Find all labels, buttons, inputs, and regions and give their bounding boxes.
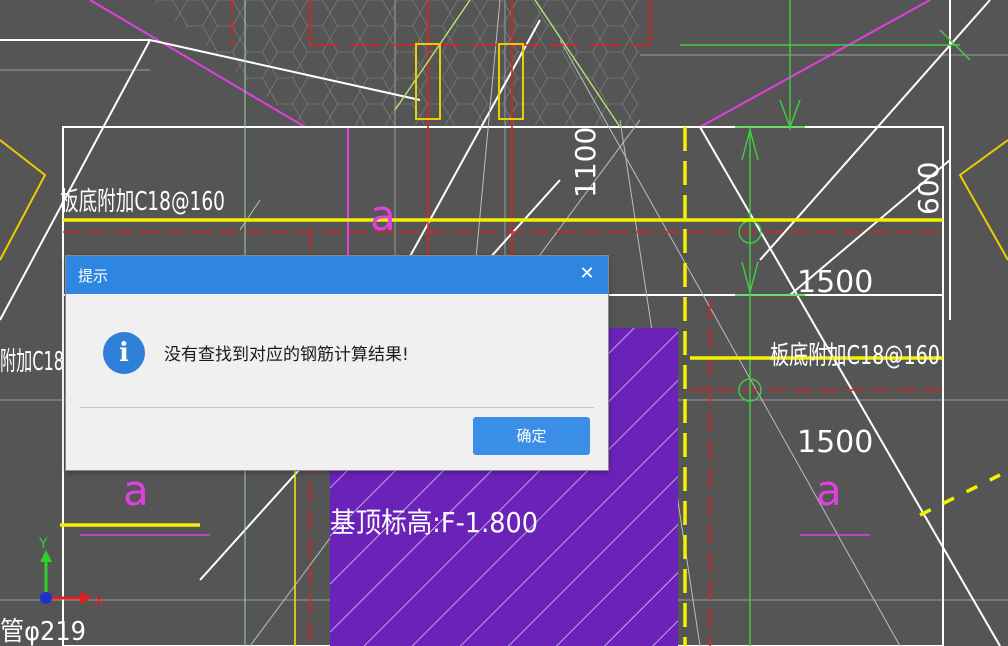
ucs-axis-icon: Y X <box>38 536 104 610</box>
dialog-titlebar[interactable]: 提示 ✕ <box>66 256 608 294</box>
dialog-title: 提示 <box>78 267 109 285</box>
dimension-1500-upper: 1500 <box>797 265 873 300</box>
close-icon[interactable]: ✕ <box>574 261 600 287</box>
dialog-message: 没有查找到对应的钢筋计算结果! <box>164 345 409 365</box>
dimension-600: 600 <box>912 162 945 215</box>
axis-y-label: Y <box>38 536 48 552</box>
info-icon: i <box>103 332 145 374</box>
section-mark-a-right: a <box>816 466 842 515</box>
rebar-label-left: 附加C18 <box>0 347 64 377</box>
axis-x-label: X <box>94 594 104 610</box>
rebar-label-right: 板底附加C18@160 <box>770 341 940 371</box>
pipe-label: 管φ219 <box>0 617 86 646</box>
dialog-divider <box>80 407 594 408</box>
rebar-label-top: 板底附加C18@160 <box>60 187 225 217</box>
dimension-1100: 1100 <box>569 127 602 198</box>
section-mark-a-top: a <box>370 191 396 240</box>
section-mark-a-left: a <box>123 466 149 515</box>
dimension-1500-lower: 1500 <box>797 425 873 460</box>
ok-button[interactable]: 确定 <box>473 417 590 455</box>
elevation-label: 基顶标高:F-1.800 <box>330 506 538 539</box>
message-dialog: 提示 ✕ i 没有查找到对应的钢筋计算结果! 确定 <box>66 256 608 470</box>
